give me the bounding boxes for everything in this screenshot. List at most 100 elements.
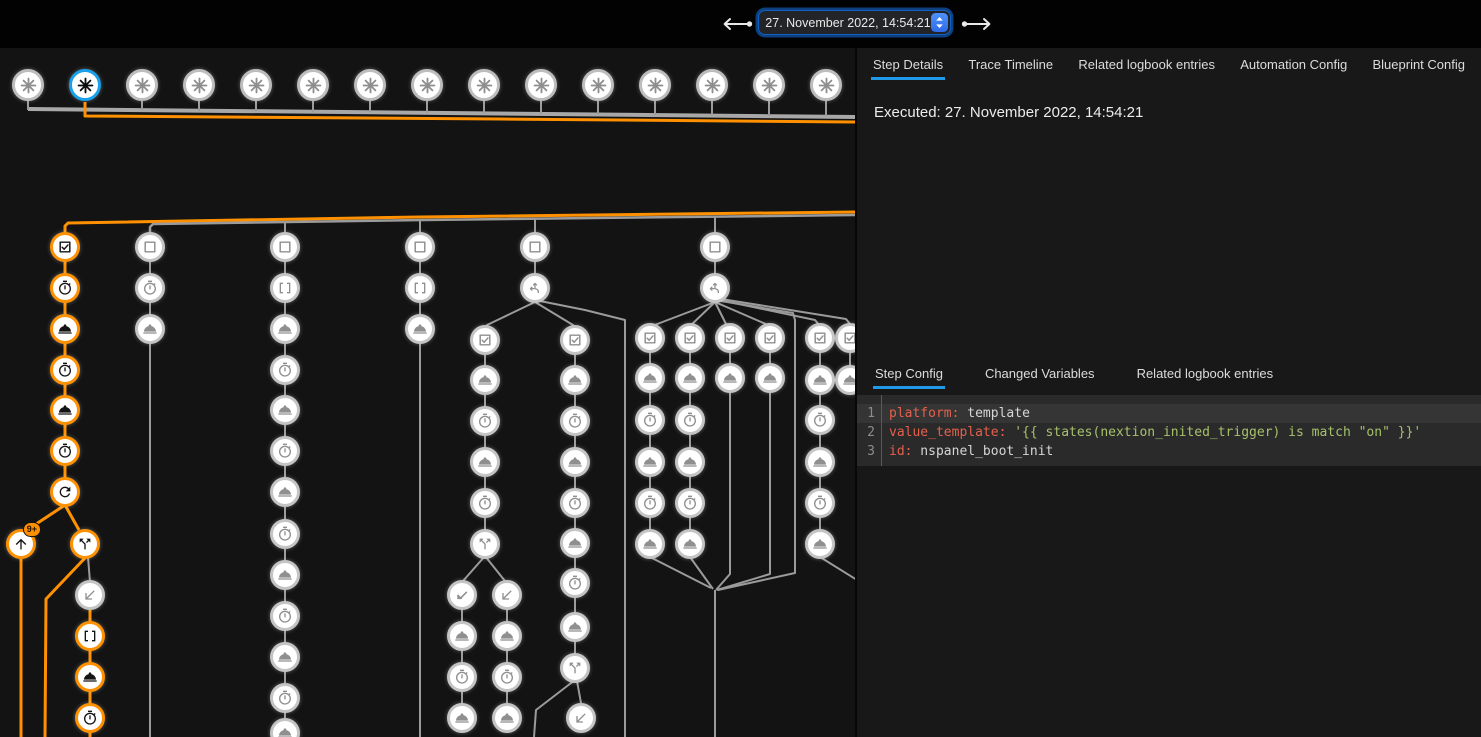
trace-node-asterisk[interactable] xyxy=(582,69,614,101)
tab-step-config[interactable]: Step Config xyxy=(873,360,945,389)
trace-node-bell[interactable] xyxy=(492,621,522,651)
trace-node-bell[interactable] xyxy=(447,621,477,651)
trace-node-bell[interactable] xyxy=(560,528,590,558)
trace-node-checkbox-marked[interactable] xyxy=(755,323,785,353)
trace-node-timer[interactable] xyxy=(270,683,300,713)
trace-node-bell[interactable] xyxy=(755,363,785,393)
trace-node-timer[interactable] xyxy=(560,568,590,598)
trace-node-refresh[interactable] xyxy=(50,477,80,507)
tab-blueprint-config[interactable]: Blueprint Config xyxy=(1370,51,1467,80)
trace-node-timer[interactable] xyxy=(805,405,835,435)
trace-node-asterisk[interactable] xyxy=(639,69,671,101)
trace-node-brackets[interactable] xyxy=(405,273,435,303)
trace-node-brackets[interactable] xyxy=(270,273,300,303)
trace-node-checkbox-marked[interactable] xyxy=(50,232,80,262)
trace-node-bell[interactable] xyxy=(635,447,665,477)
tab-related-logbook-entries[interactable]: Related logbook entries xyxy=(1076,51,1217,80)
previous-run-button[interactable] xyxy=(716,14,756,37)
trace-node-checkbox-marked[interactable] xyxy=(560,325,590,355)
trace-node-checkbox-blank[interactable] xyxy=(405,232,435,262)
trace-node-timer[interactable] xyxy=(560,488,590,518)
trace-node-bell[interactable] xyxy=(675,529,705,559)
trace-node-checkbox-marked[interactable] xyxy=(715,323,745,353)
trace-node-checkbox-marked[interactable] xyxy=(635,323,665,353)
trace-node-bell[interactable] xyxy=(805,447,835,477)
trace-node-bell[interactable] xyxy=(805,529,835,559)
trace-node-bell[interactable] xyxy=(270,560,300,590)
tab-related-logbook-entries-2[interactable]: Related logbook entries xyxy=(1135,360,1276,389)
trace-node-asterisk[interactable] xyxy=(753,69,785,101)
trace-node-asterisk[interactable] xyxy=(126,69,158,101)
tab-automation-config[interactable]: Automation Config xyxy=(1238,51,1349,80)
trace-node-bell[interactable] xyxy=(135,314,165,344)
trace-node-timer[interactable] xyxy=(447,662,477,692)
trace-node-timer[interactable] xyxy=(50,355,80,385)
tab-step-details[interactable]: Step Details xyxy=(871,51,945,80)
trace-node-asterisk[interactable] xyxy=(411,69,443,101)
trace-node-checkbox-blank[interactable] xyxy=(270,232,300,262)
trace-node-arrow-down-left[interactable] xyxy=(566,703,596,733)
trace-node-asterisk[interactable] xyxy=(525,69,557,101)
trace-node-timer[interactable] xyxy=(805,488,835,518)
trace-node-arrow-down-left[interactable] xyxy=(492,580,522,610)
trace-node-checkbox-marked[interactable] xyxy=(470,325,500,355)
trace-node-bell[interactable] xyxy=(270,395,300,425)
trace-node-checkbox-blank[interactable] xyxy=(700,232,730,262)
trace-node-timer[interactable] xyxy=(470,488,500,518)
trace-node-arrow-down-left[interactable] xyxy=(75,580,105,610)
trace-node-checkbox-blank[interactable] xyxy=(520,232,550,262)
trace-node-timer[interactable] xyxy=(470,406,500,436)
trace-node-asterisk[interactable] xyxy=(69,69,101,101)
trace-node-timer[interactable] xyxy=(675,405,705,435)
trace-node-bell[interactable] xyxy=(560,612,590,642)
trace-node-timer[interactable] xyxy=(270,355,300,385)
trace-node-bell[interactable] xyxy=(470,365,500,395)
trace-node-bell[interactable] xyxy=(635,529,665,559)
tab-trace-timeline[interactable]: Trace Timeline xyxy=(966,51,1055,80)
trace-node-bell[interactable] xyxy=(75,662,105,692)
trace-node-asterisk[interactable] xyxy=(183,69,215,101)
trace-node-bell[interactable] xyxy=(635,363,665,393)
trace-node-choose[interactable] xyxy=(700,273,730,303)
trace-node-call-split[interactable] xyxy=(560,653,590,683)
trace-node-bell[interactable] xyxy=(270,314,300,344)
trace-node-bell[interactable] xyxy=(715,363,745,393)
trace-node-call-split[interactable] xyxy=(70,529,100,559)
trace-node-asterisk[interactable] xyxy=(696,69,728,101)
trace-node-asterisk[interactable] xyxy=(12,69,44,101)
trace-node-asterisk[interactable] xyxy=(297,69,329,101)
trace-node-bell[interactable] xyxy=(805,365,835,395)
trace-node-arrow-up[interactable]: 9+ xyxy=(6,529,36,559)
trace-node-brackets[interactable] xyxy=(75,621,105,651)
trace-node-checkbox-blank[interactable] xyxy=(135,232,165,262)
trace-node-bell[interactable] xyxy=(50,314,80,344)
trace-node-check-arrow[interactable] xyxy=(447,580,477,610)
trace-node-choose[interactable] xyxy=(520,273,550,303)
trace-node-timer[interactable] xyxy=(635,488,665,518)
trace-node-bell[interactable] xyxy=(270,642,300,672)
trace-node-bell[interactable] xyxy=(470,447,500,477)
trace-node-bell[interactable] xyxy=(560,365,590,395)
tab-changed-variables[interactable]: Changed Variables xyxy=(983,360,1097,389)
trace-node-asterisk[interactable] xyxy=(810,69,842,101)
trace-node-timer[interactable] xyxy=(492,662,522,692)
trace-node-timer[interactable] xyxy=(635,405,665,435)
trace-node-timer[interactable] xyxy=(75,703,105,733)
trace-node-timer[interactable] xyxy=(560,406,590,436)
trace-node-timer[interactable] xyxy=(675,488,705,518)
run-select[interactable]: 27. November 2022, 14:54:21 xyxy=(759,11,950,34)
trace-node-timer[interactable] xyxy=(50,273,80,303)
trace-node-bell[interactable] xyxy=(675,447,705,477)
trace-node-bell[interactable] xyxy=(405,314,435,344)
next-run-button[interactable] xyxy=(958,14,998,37)
trace-node-asterisk[interactable] xyxy=(240,69,272,101)
trace-node-timer[interactable] xyxy=(50,436,80,466)
trace-node-asterisk[interactable] xyxy=(468,69,500,101)
trace-node-bell[interactable] xyxy=(447,703,477,733)
trace-node-bell[interactable] xyxy=(675,363,705,393)
trace-node-bell[interactable] xyxy=(560,447,590,477)
trace-node-timer[interactable] xyxy=(270,436,300,466)
trace-node-checkbox-marked[interactable] xyxy=(805,323,835,353)
trace-node-timer[interactable] xyxy=(270,519,300,549)
trace-node-bell[interactable] xyxy=(270,477,300,507)
